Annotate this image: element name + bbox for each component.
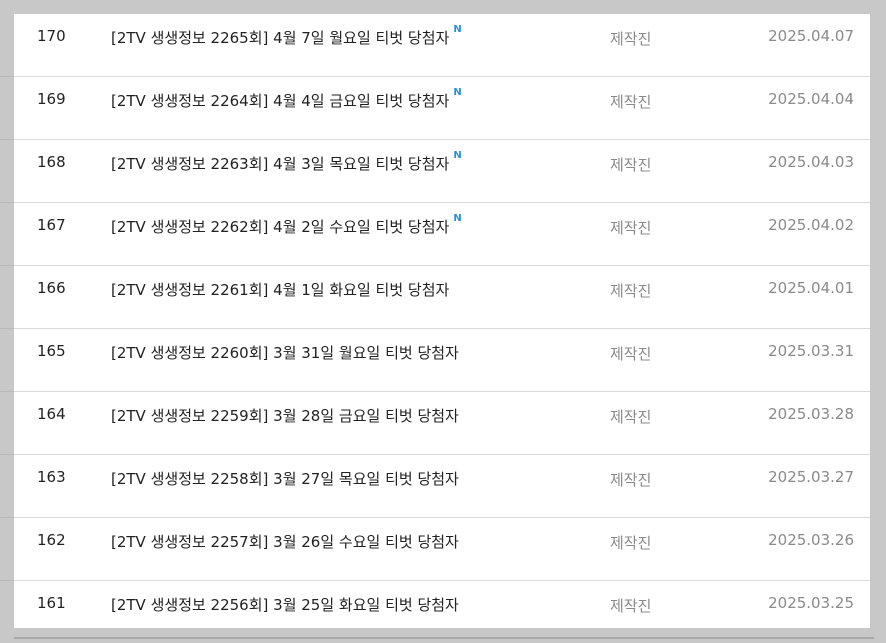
post-date: 2025.03.26 (768, 531, 854, 549)
post-row: 168 [2TV 생생정보 2263회] 4월 3일 목요일 티벗 당첨자 N 제… (0, 140, 870, 203)
post-number: 162 (37, 531, 66, 549)
row-edge-divider (0, 265, 14, 266)
post-number: 169 (37, 90, 66, 108)
row-edge-divider (0, 328, 14, 329)
row-edge-divider (0, 517, 14, 518)
post-title-link[interactable]: [2TV 생생정보 2256회] 3월 25일 화요일 티벗 당첨자 (111, 594, 459, 615)
post-title-link[interactable]: [2TV 생생정보 2258회] 3월 27일 목요일 티벗 당첨자 (111, 468, 459, 489)
post-row: 170 [2TV 생생정보 2265회] 4월 7일 월요일 티벗 당첨자 N 제… (0, 14, 870, 77)
post-number: 164 (37, 405, 66, 423)
post-date: 2025.04.03 (768, 153, 854, 171)
post-title-text: [2TV 생생정보 2265회] 4월 7일 월요일 티벗 당첨자 (111, 29, 450, 47)
post-date: 2025.03.27 (768, 468, 854, 486)
post-number: 168 (37, 153, 66, 171)
post-number: 161 (37, 594, 66, 612)
post-author: 제작진 (610, 282, 652, 300)
post-title-text: [2TV 생생정보 2261회] 4월 1일 화요일 티벗 당첨자 (111, 281, 450, 299)
post-title-link[interactable]: [2TV 생생정보 2265회] 4월 7일 월요일 티벗 당첨자 N (111, 24, 462, 48)
post-author: 제작진 (610, 219, 652, 237)
post-date: 2025.04.01 (768, 279, 854, 297)
post-number: 170 (37, 27, 66, 45)
post-row: 166 [2TV 생생정보 2261회] 4월 1일 화요일 티벗 당첨자 제작… (0, 266, 870, 329)
post-date: 2025.03.25 (768, 594, 854, 612)
post-author: 제작진 (610, 30, 652, 48)
post-row: 163 [2TV 생생정보 2258회] 3월 27일 목요일 티벗 당첨자 제… (0, 455, 870, 518)
post-title-link[interactable]: [2TV 생생정보 2259회] 3월 28일 금요일 티벗 당첨자 (111, 405, 459, 426)
post-author: 제작진 (610, 597, 652, 615)
post-title-link[interactable]: [2TV 생생정보 2260회] 3월 31일 월요일 티벗 당첨자 (111, 342, 459, 363)
post-number: 167 (37, 216, 66, 234)
post-author: 제작진 (610, 156, 652, 174)
post-title-text: [2TV 생생정보 2263회] 4월 3일 목요일 티벗 당첨자 (111, 155, 450, 173)
post-number: 163 (37, 468, 66, 486)
post-title-link[interactable]: [2TV 생생정보 2262회] 4월 2일 수요일 티벗 당첨자 N (111, 213, 462, 237)
post-title-link[interactable]: [2TV 생생정보 2263회] 4월 3일 목요일 티벗 당첨자 N (111, 150, 462, 174)
post-row: 167 [2TV 생생정보 2262회] 4월 2일 수요일 티벗 당첨자 N 제… (0, 203, 870, 266)
post-list: 170 [2TV 생생정보 2265회] 4월 7일 월요일 티벗 당첨자 N 제… (0, 14, 870, 636)
post-date: 2025.04.07 (768, 27, 854, 45)
post-row: 162 [2TV 생생정보 2257회] 3월 26일 수요일 티벗 당첨자 제… (0, 518, 870, 581)
post-row: 169 [2TV 생생정보 2264회] 4월 4일 금요일 티벗 당첨자 N 제… (0, 77, 870, 140)
post-author: 제작진 (610, 345, 652, 363)
new-badge-icon: N (453, 213, 462, 224)
post-date: 2025.03.31 (768, 342, 854, 360)
post-number: 166 (37, 279, 66, 297)
new-badge-icon: N (453, 24, 462, 35)
post-row: 165 [2TV 생생정보 2260회] 3월 31일 월요일 티벗 당첨자 제… (0, 329, 870, 392)
bottom-divider (14, 637, 874, 639)
new-badge-icon: N (453, 150, 462, 161)
post-title-link[interactable]: [2TV 생생정보 2261회] 4월 1일 화요일 티벗 당첨자 (111, 279, 449, 300)
post-date: 2025.04.04 (768, 90, 854, 108)
post-author: 제작진 (610, 471, 652, 489)
post-title-link[interactable]: [2TV 생생정보 2257회] 3월 26일 수요일 티벗 당첨자 (111, 531, 459, 552)
post-title-text: [2TV 생생정보 2256회] 3월 25일 화요일 티벗 당첨자 (111, 596, 459, 614)
post-title-text: [2TV 생생정보 2257회] 3월 26일 수요일 티벗 당첨자 (111, 533, 459, 551)
post-row: 161 [2TV 생생정보 2256회] 3월 25일 화요일 티벗 당첨자 제… (0, 581, 870, 636)
row-edge-divider (0, 76, 14, 77)
post-title-text: [2TV 생생정보 2259회] 3월 28일 금요일 티벗 당첨자 (111, 407, 459, 425)
post-title-text: [2TV 생생정보 2264회] 4월 4일 금요일 티벗 당첨자 (111, 92, 450, 110)
row-edge-divider (0, 454, 14, 455)
post-date: 2025.04.02 (768, 216, 854, 234)
post-title-text: [2TV 생생정보 2262회] 4월 2일 수요일 티벗 당첨자 (111, 218, 450, 236)
post-author: 제작진 (610, 534, 652, 552)
post-number: 165 (37, 342, 66, 360)
post-author: 제작진 (610, 408, 652, 426)
new-badge-icon: N (453, 87, 462, 98)
row-edge-divider (0, 391, 14, 392)
post-title-link[interactable]: [2TV 생생정보 2264회] 4월 4일 금요일 티벗 당첨자 N (111, 87, 462, 111)
post-author: 제작진 (610, 93, 652, 111)
row-edge-divider (0, 139, 14, 140)
post-row: 164 [2TV 생생정보 2259회] 3월 28일 금요일 티벗 당첨자 제… (0, 392, 870, 455)
bottom-margin (0, 628, 886, 643)
row-edge-divider (0, 580, 14, 581)
post-title-text: [2TV 생생정보 2260회] 3월 31일 월요일 티벗 당첨자 (111, 344, 459, 362)
row-edge-divider (0, 202, 14, 203)
post-title-text: [2TV 생생정보 2258회] 3월 27일 목요일 티벗 당첨자 (111, 470, 459, 488)
post-date: 2025.03.28 (768, 405, 854, 423)
